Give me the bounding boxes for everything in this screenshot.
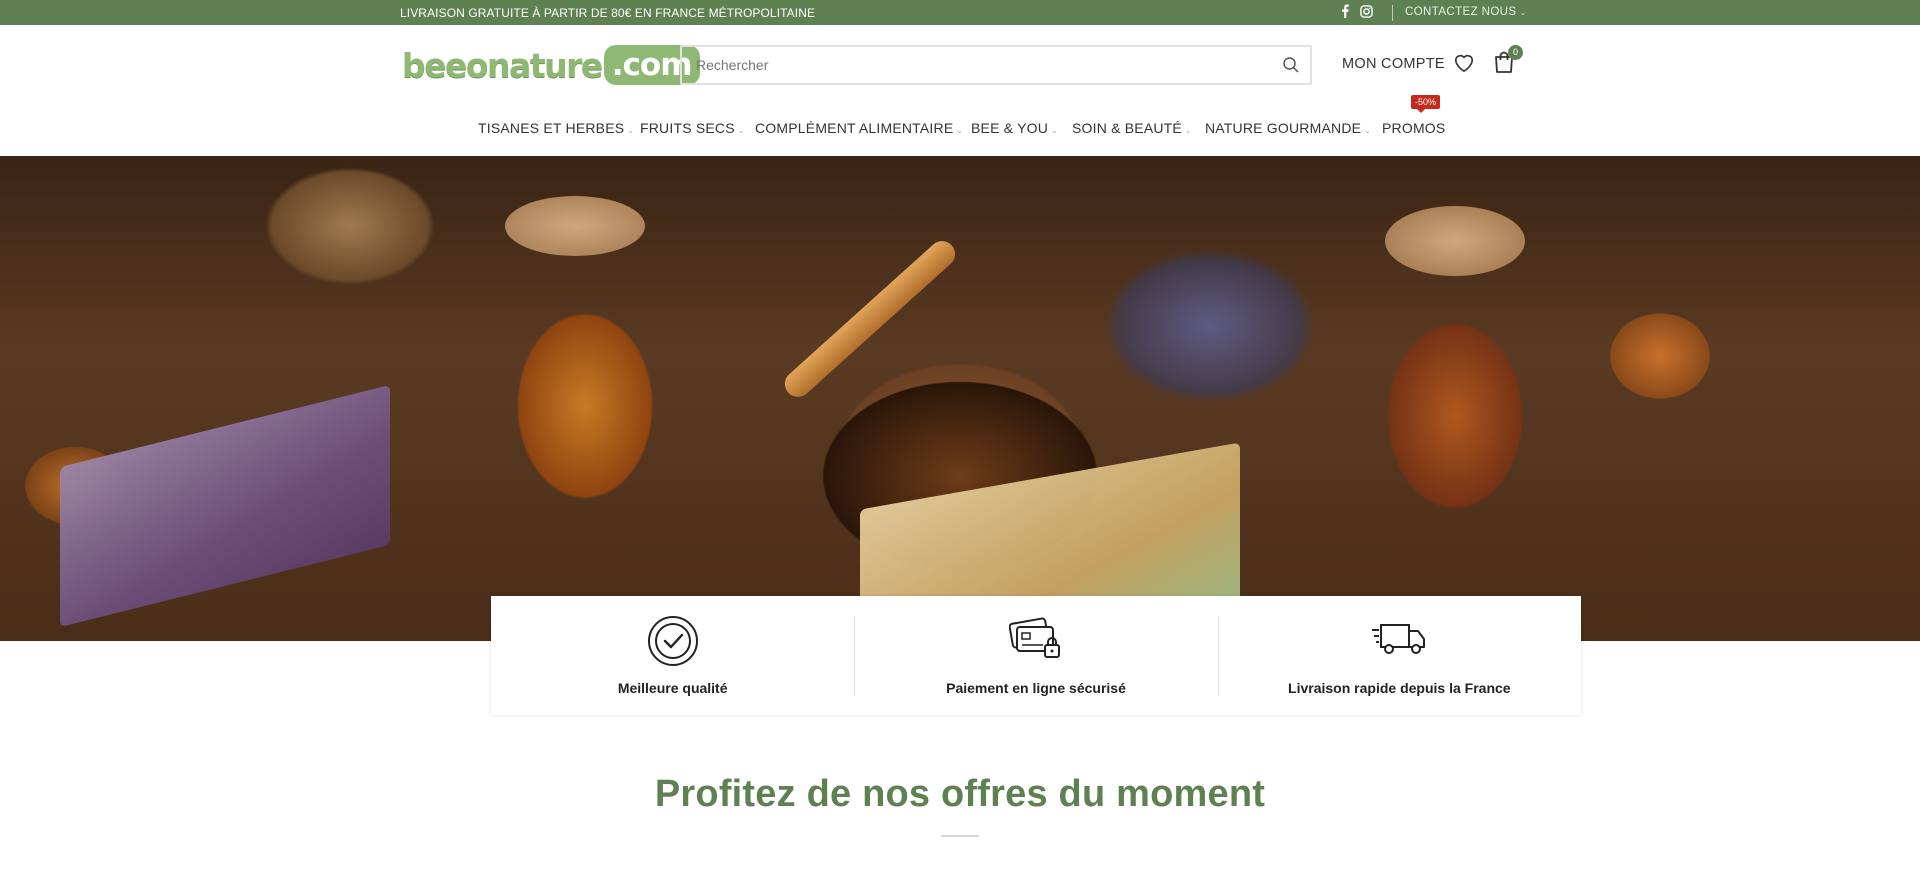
search-box bbox=[680, 45, 1312, 85]
nav-item-label: SOIN & BEAUTÉ bbox=[1072, 120, 1182, 136]
feature-label: Paiement en ligne sécurisé bbox=[946, 680, 1126, 696]
instagram-icon[interactable] bbox=[1360, 4, 1373, 21]
site-header: beeonature.com MON COMPTE 0 TISANES ET H… bbox=[0, 25, 1920, 156]
feature-secure-payment: Paiement en ligne sécurisé bbox=[854, 596, 1217, 715]
feature-label: Meilleure qualité bbox=[617, 680, 728, 696]
social-links bbox=[1340, 4, 1373, 21]
site-logo[interactable]: beeonature .com bbox=[402, 45, 700, 85]
honey-dipper bbox=[779, 235, 961, 403]
promo-badge: -50% bbox=[1411, 95, 1441, 113]
features-card: Meilleure qualité Paiement en ligne sécu… bbox=[491, 596, 1581, 715]
feature-label: Livraison rapide depuis la France bbox=[1288, 680, 1511, 696]
lavender-soap bbox=[60, 384, 390, 628]
cart-button[interactable]: 0 bbox=[1494, 45, 1523, 78]
search-icon[interactable] bbox=[1282, 56, 1300, 79]
facebook-icon[interactable] bbox=[1340, 4, 1350, 21]
search-input[interactable] bbox=[682, 47, 1242, 83]
nav-item-label: FRUITS SECS bbox=[640, 120, 735, 136]
quality-badge-icon bbox=[647, 615, 699, 672]
title-divider bbox=[941, 835, 979, 837]
feature-fast-delivery: Livraison rapide depuis la France bbox=[1217, 596, 1581, 715]
honey-jar-lid bbox=[505, 196, 645, 256]
nav-item-promos[interactable]: PROMOS bbox=[1382, 120, 1445, 136]
section-title: Profitez de nos offres du moment bbox=[654, 773, 1266, 815]
nav-item-bee-you[interactable]: BEE & YOU ⌄ bbox=[971, 120, 1058, 136]
chevron-down-icon: ⌄ bbox=[1519, 8, 1527, 17]
nav-item-label: BEE & YOU bbox=[971, 120, 1049, 136]
account-link[interactable]: MON COMPTE bbox=[1342, 56, 1445, 72]
nav-item-label: PROMOS bbox=[1382, 120, 1446, 136]
nav-item-complement[interactable]: COMPLÉMENT ALIMENTAIRE ⌄ bbox=[755, 120, 963, 136]
contact-label: CONTACTEZ NOUS bbox=[1405, 6, 1517, 18]
chevron-down-icon: ⌄ bbox=[627, 126, 635, 135]
nav-item-fruits-secs[interactable]: FRUITS SECS ⌄ bbox=[640, 120, 745, 136]
hero-banner-image[interactable] bbox=[0, 156, 1920, 641]
nav-item-soin-beaute[interactable]: SOIN & BEAUTÉ ⌄ bbox=[1072, 120, 1192, 136]
cart-count-badge: 0 bbox=[1508, 45, 1523, 60]
top-bar: LIVRAISON GRATUITE À PARTIR DE 80€ EN FR… bbox=[0, 0, 1920, 25]
chevron-down-icon: ⌄ bbox=[737, 126, 745, 135]
nav-item-tisanes[interactable]: TISANES ET HERBES ⌄ bbox=[478, 120, 634, 136]
contact-link[interactable]: CONTACTEZ NOUS ⌄ bbox=[1405, 6, 1527, 18]
chevron-down-icon: ⌄ bbox=[956, 126, 964, 135]
chevron-down-icon: ⌄ bbox=[1184, 126, 1192, 135]
secure-payment-icon bbox=[1008, 615, 1063, 666]
nav-item-label: TISANES ET HERBES bbox=[478, 120, 625, 136]
chevron-down-icon: ⌄ bbox=[1364, 126, 1372, 135]
nav-item-label: NATURE GOURMANDE bbox=[1205, 120, 1362, 136]
delivery-truck-icon bbox=[1371, 615, 1427, 666]
logo-wordmark: beeonature bbox=[402, 45, 603, 85]
topbar-divider bbox=[1392, 5, 1393, 21]
main-nav: TISANES ET HERBES ⌄ FRUITS SECS ⌄ COMPLÉME… bbox=[0, 95, 1920, 150]
free-shipping-banner: LIVRAISON GRATUITE À PARTIR DE 80€ EN FR… bbox=[400, 6, 816, 20]
nav-item-label: COMPLÉMENT ALIMENTAIRE bbox=[755, 120, 954, 136]
wishlist-heart-icon[interactable] bbox=[1453, 53, 1475, 78]
chevron-down-icon: ⌄ bbox=[1051, 126, 1058, 135]
nav-item-nature-gourmande[interactable]: NATURE GOURMANDE ⌄ bbox=[1205, 120, 1371, 136]
feature-quality: Meilleure qualité bbox=[491, 596, 854, 715]
honey-jar-lid bbox=[1385, 206, 1525, 276]
